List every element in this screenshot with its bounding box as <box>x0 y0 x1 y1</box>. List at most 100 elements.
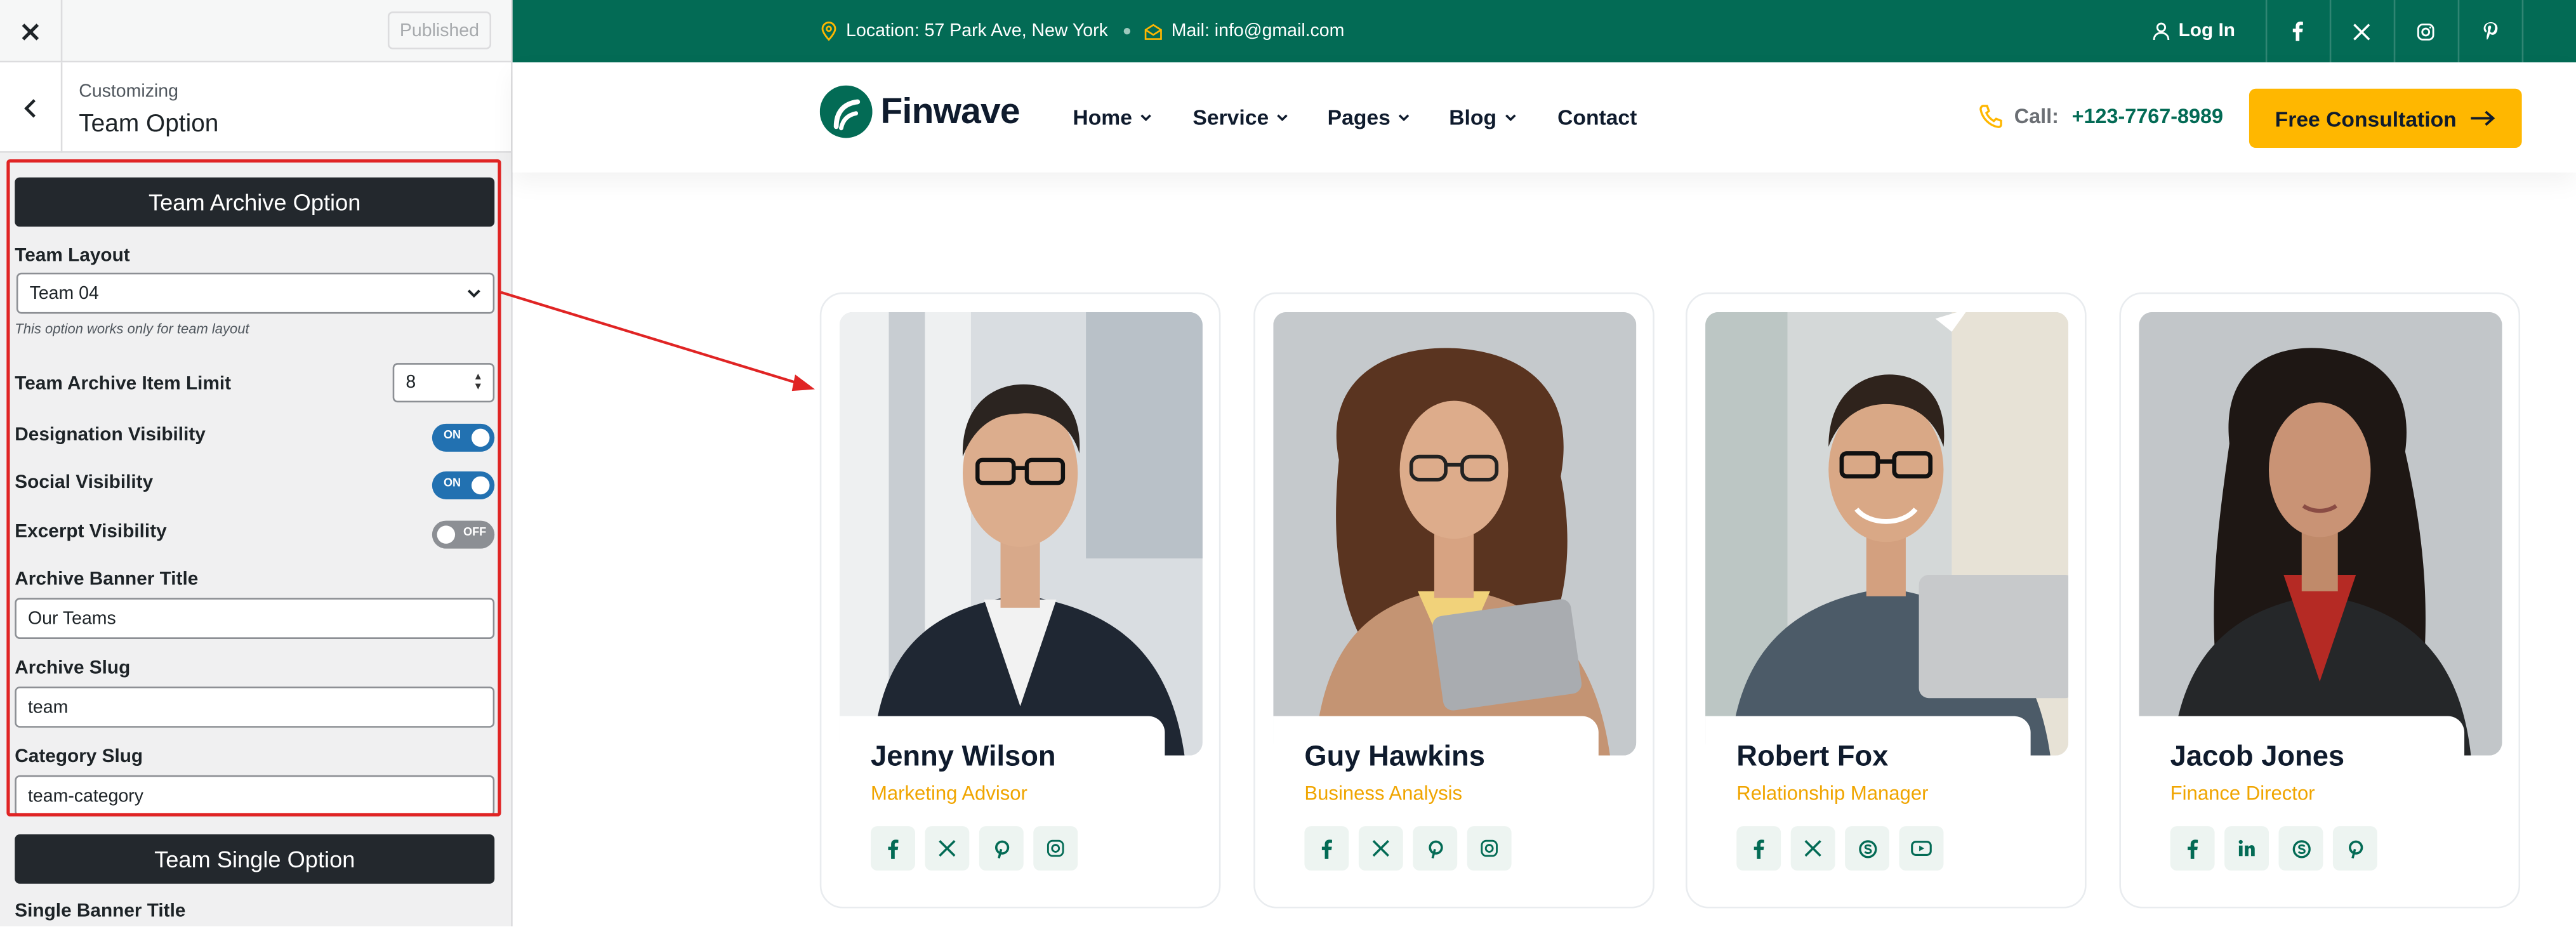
cta-label: Free Consultation <box>2275 105 2457 131</box>
x-button[interactable] <box>1790 826 1835 871</box>
team-card[interactable]: Robert Fox Relationship Manager <box>1686 292 2087 909</box>
nav-service-label: Service <box>1192 105 1269 130</box>
pinterest-icon <box>1428 839 1443 858</box>
instagram-icon <box>2417 22 2434 40</box>
x-icon <box>2353 23 2370 40</box>
site-navbar: Finwave Home Service Pages Blog Contact … <box>512 62 2576 173</box>
close-icon <box>22 22 39 40</box>
section-title: Team Option <box>79 110 219 138</box>
member-socials <box>1304 826 1512 871</box>
mail-text[interactable]: Mail: info@gmail.com <box>1172 22 1345 41</box>
team-card[interactable]: Jenny Wilson Marketing Advisor <box>819 292 1221 909</box>
nav-service[interactable]: Service <box>1192 105 1290 130</box>
youtube-icon <box>1911 841 1932 856</box>
separator-dot <box>1123 28 1131 35</box>
chevron-down-icon <box>1399 114 1410 122</box>
instagram-link[interactable] <box>2394 0 2458 62</box>
team-single-header: Team Single Option <box>15 834 495 884</box>
call-info[interactable]: Call: +123-7767-8989 <box>1978 103 2223 129</box>
nav-contact[interactable]: Contact <box>1557 105 1637 130</box>
back-button[interactable] <box>0 62 63 153</box>
youtube-button[interactable] <box>1899 826 1944 871</box>
nav-home-label: Home <box>1073 105 1132 130</box>
member-name[interactable]: Jacob Jones <box>2170 739 2344 773</box>
member-role: Finance Director <box>2170 782 2315 805</box>
facebook-icon <box>1321 839 1332 858</box>
portrait-guy-hawkins <box>1273 312 1637 756</box>
member-name[interactable]: Robert Fox <box>1736 739 1888 773</box>
mail-icon <box>1144 23 1162 39</box>
facebook-button[interactable] <box>1304 826 1349 871</box>
pinterest-link[interactable] <box>2458 0 2522 62</box>
instagram-button[interactable] <box>1467 826 1512 871</box>
customizer-topbar: Published <box>0 0 512 63</box>
breadcrumb: Customizing <box>79 82 178 102</box>
member-role: Relationship Manager <box>1736 782 1929 805</box>
instagram-button[interactable] <box>1033 826 1078 871</box>
nav-blog-label: Blog <box>1449 105 1497 130</box>
user-icon <box>2153 22 2170 41</box>
section-header: Customizing Team Option <box>0 62 512 153</box>
skype-icon <box>2292 839 2310 858</box>
skype-button[interactable] <box>1845 826 1890 871</box>
nav-blog[interactable]: Blog <box>1449 105 1517 130</box>
pinterest-icon <box>2348 839 2363 858</box>
facebook-button[interactable] <box>2170 826 2215 871</box>
team-photo[interactable] <box>839 312 1203 756</box>
member-socials <box>1736 826 1944 871</box>
facebook-button[interactable] <box>1736 826 1781 871</box>
free-consultation-button[interactable]: Free Consultation <box>2249 88 2522 148</box>
team-photo[interactable] <box>1705 312 2069 756</box>
member-socials <box>871 826 1078 871</box>
finwave-logo-icon <box>819 85 873 138</box>
x-icon <box>1372 839 1389 857</box>
location-text: Location: 57 Park Ave, New York <box>846 21 1108 41</box>
facebook-button[interactable] <box>871 826 915 871</box>
call-number: +123-7767-8989 <box>2071 105 2224 128</box>
chevron-down-icon <box>1140 114 1152 122</box>
facebook-icon <box>2292 22 2303 41</box>
pinterest-icon <box>2483 22 2497 40</box>
team-photo[interactable] <box>1273 312 1637 756</box>
pinterest-icon <box>994 839 1008 858</box>
single-banner-label: Single Banner Title <box>15 902 186 922</box>
pinterest-button[interactable] <box>979 826 1024 871</box>
map-pin-icon <box>821 21 836 41</box>
nav-contact-label: Contact <box>1557 105 1637 130</box>
annotation-highlight-box <box>6 159 501 817</box>
brand-logo[interactable]: Finwave <box>819 85 1020 138</box>
arrow-right-icon <box>2471 110 2495 126</box>
x-icon <box>939 839 956 857</box>
member-name[interactable]: Guy Hawkins <box>1304 739 1485 773</box>
nav-pages-label: Pages <box>1327 105 1390 130</box>
location-info: Location: 57 Park Ave, New York <box>820 0 1108 62</box>
published-button[interactable]: Published <box>387 11 492 49</box>
mail-info: Mail: info@gmail.com <box>1144 0 1345 62</box>
divider <box>2521 0 2524 63</box>
annotation-arrow <box>500 291 815 391</box>
login-link[interactable]: Log In <box>2152 0 2235 62</box>
skype-button[interactable] <box>2278 826 2323 871</box>
instagram-icon <box>1481 839 1498 857</box>
pinterest-button[interactable] <box>2332 826 2377 871</box>
x-icon <box>1804 839 1821 857</box>
portrait-jenny-wilson <box>839 312 1203 756</box>
member-name[interactable]: Jenny Wilson <box>871 739 1056 773</box>
facebook-icon <box>888 839 899 858</box>
x-button[interactable] <box>1358 826 1403 871</box>
linkedin-button[interactable] <box>2224 826 2269 871</box>
chevron-down-icon <box>1277 114 1288 122</box>
pinterest-button[interactable] <box>1413 826 1458 871</box>
nav-home[interactable]: Home <box>1073 105 1153 130</box>
team-card[interactable]: Guy Hawkins Business Analysis <box>1253 292 1655 909</box>
team-card[interactable]: Jacob Jones Finance Director <box>2119 292 2521 909</box>
call-label: Call: <box>2014 105 2059 128</box>
close-customizer-button[interactable] <box>0 0 63 63</box>
facebook-link[interactable] <box>2266 0 2330 62</box>
team-photo[interactable] <box>2139 312 2502 756</box>
nav-pages[interactable]: Pages <box>1328 105 1412 130</box>
site-topbar: Location: 57 Park Ave, New York Mail: in… <box>512 0 2576 63</box>
phone-icon <box>1979 105 2002 128</box>
x-button[interactable] <box>925 826 970 871</box>
x-link[interactable] <box>2330 0 2394 62</box>
